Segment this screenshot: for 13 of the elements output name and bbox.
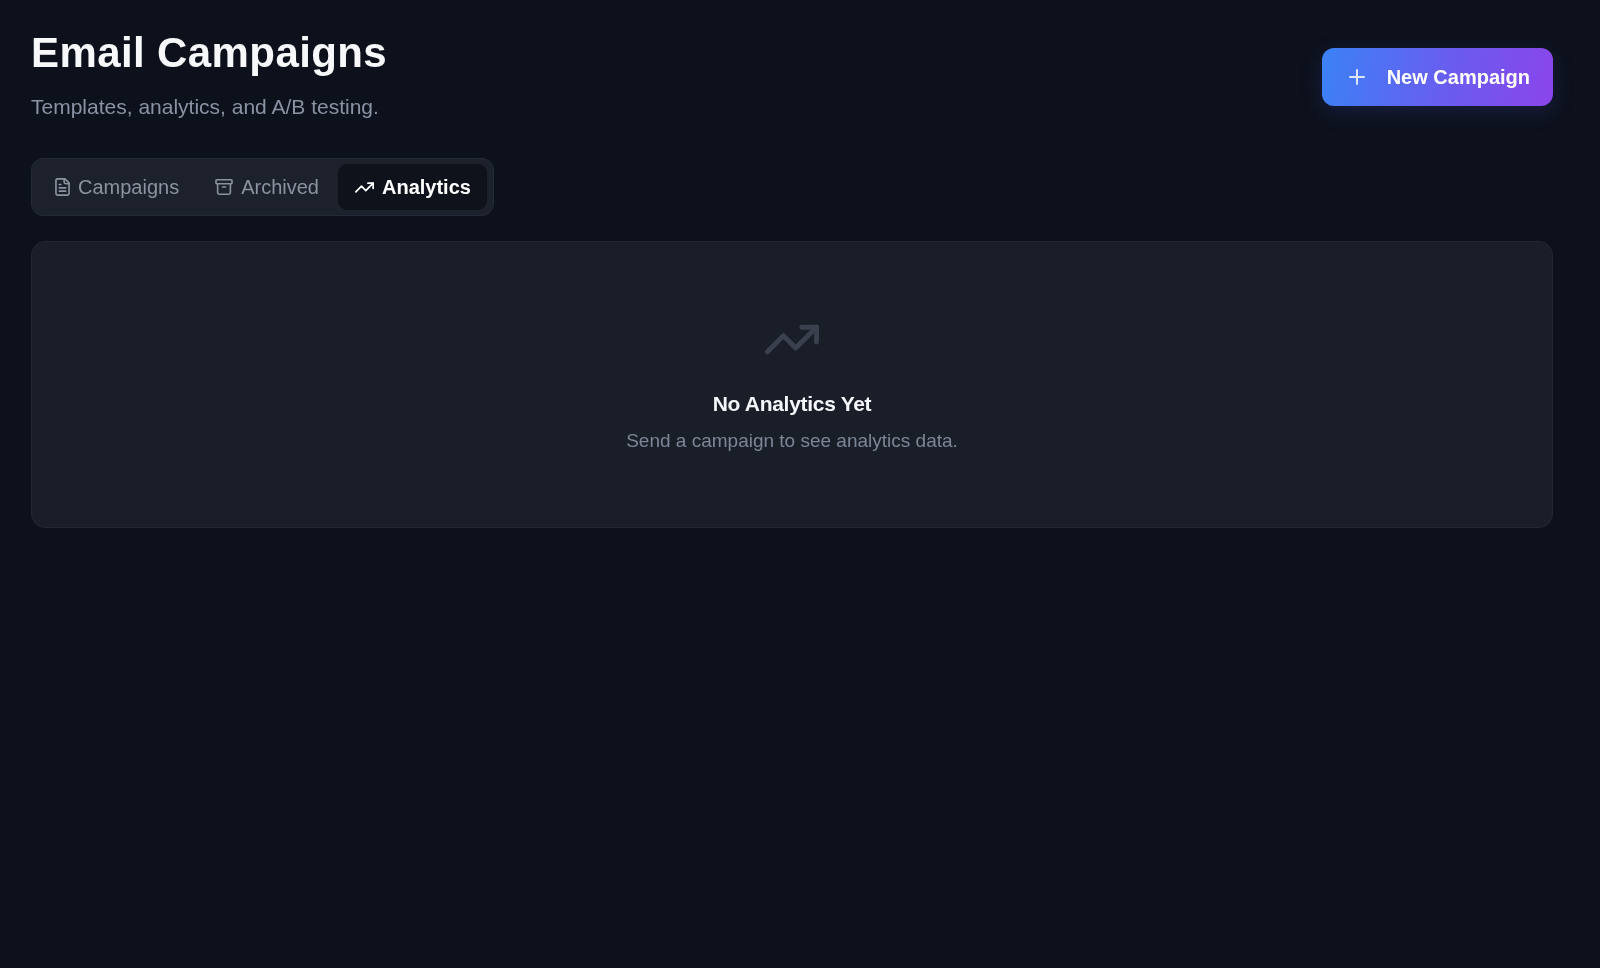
plus-icon bbox=[1348, 69, 1365, 85]
empty-state-title: No Analytics Yet bbox=[712, 391, 872, 417]
new-campaign-button[interactable]: New Campaign bbox=[1321, 48, 1553, 106]
archive-box-icon bbox=[215, 179, 234, 195]
tab[interactable]: Analytics bbox=[338, 164, 487, 210]
trending-up-icon bbox=[355, 181, 374, 193]
page-title: Email Campaigns bbox=[31, 29, 388, 76]
tab[interactable]: Campaigns bbox=[38, 164, 196, 210]
empty-state-message: Send a campaign to see analytics data. bbox=[626, 429, 958, 453]
tab[interactable]: Archived bbox=[198, 164, 335, 210]
document-icon bbox=[55, 178, 70, 196]
trending-up-icon bbox=[765, 324, 819, 355]
page-subtitle: Templates, analytics, and A/B testing. bbox=[31, 94, 379, 120]
